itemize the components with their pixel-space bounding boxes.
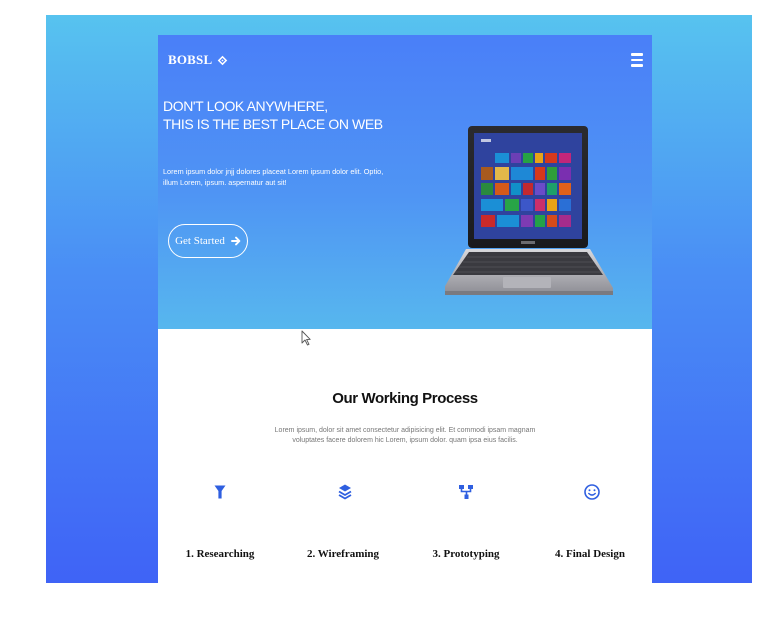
sitemap-icon [459,485,473,499]
mouse-cursor-icon [301,330,311,346]
tag-icon [218,55,228,65]
hero-headline-line2: THIS IS THE BEST PLACE ON WEB [163,116,383,132]
arrow-right-icon [230,236,241,246]
hero-headline-line1: DON'T LOOK ANYWHERE, [163,98,328,114]
layers-icon [338,484,352,500]
step-prototyping: 3. Prototyping [432,548,500,560]
hero-description: Lorem ipsum dolor jnjj dolores placeat L… [163,166,413,188]
brand-name: BOBSL [168,52,213,67]
step-final-design: 4. Final Design [555,548,625,560]
hero-headline: DON'T LOOK ANYWHERE, THIS IS THE BEST PL… [163,97,383,133]
laptop-image [445,126,613,295]
working-process-section: Our Working Process Lorem ipsum, dolor s… [158,329,652,583]
brand-logo[interactable]: BOBSL [168,52,228,68]
section-title: Our Working Process [332,390,478,407]
hero-description-line1: Lorem ipsum dolor jnjj dolores placeat L… [163,167,384,176]
step-wireframing: 2. Wireframing [306,548,380,560]
hero-section: BOBSL DON'T LOOK ANYWHERE, THIS IS THE B… [158,35,652,329]
website-preview: BOBSL DON'T LOOK ANYWHERE, THIS IS THE B… [158,35,652,583]
step-researching: 1. Researching [185,548,255,560]
get-started-button[interactable]: Get Started [168,224,248,258]
section-description-line1: Lorem ipsum, dolor sit amet consectetur … [274,427,536,434]
smiley-icon [584,484,600,500]
get-started-label: Get Started [175,235,225,247]
funnel-icon [214,485,226,499]
section-description: Lorem ipsum, dolor sit amet consectetur … [248,426,562,446]
hamburger-icon[interactable] [631,53,643,67]
section-description-line2: voluptates facere dolorem hic Lorem, ips… [292,437,518,444]
hero-description-line2: illum Lorem, ipsum. aspernatur aut sit! [163,178,287,187]
